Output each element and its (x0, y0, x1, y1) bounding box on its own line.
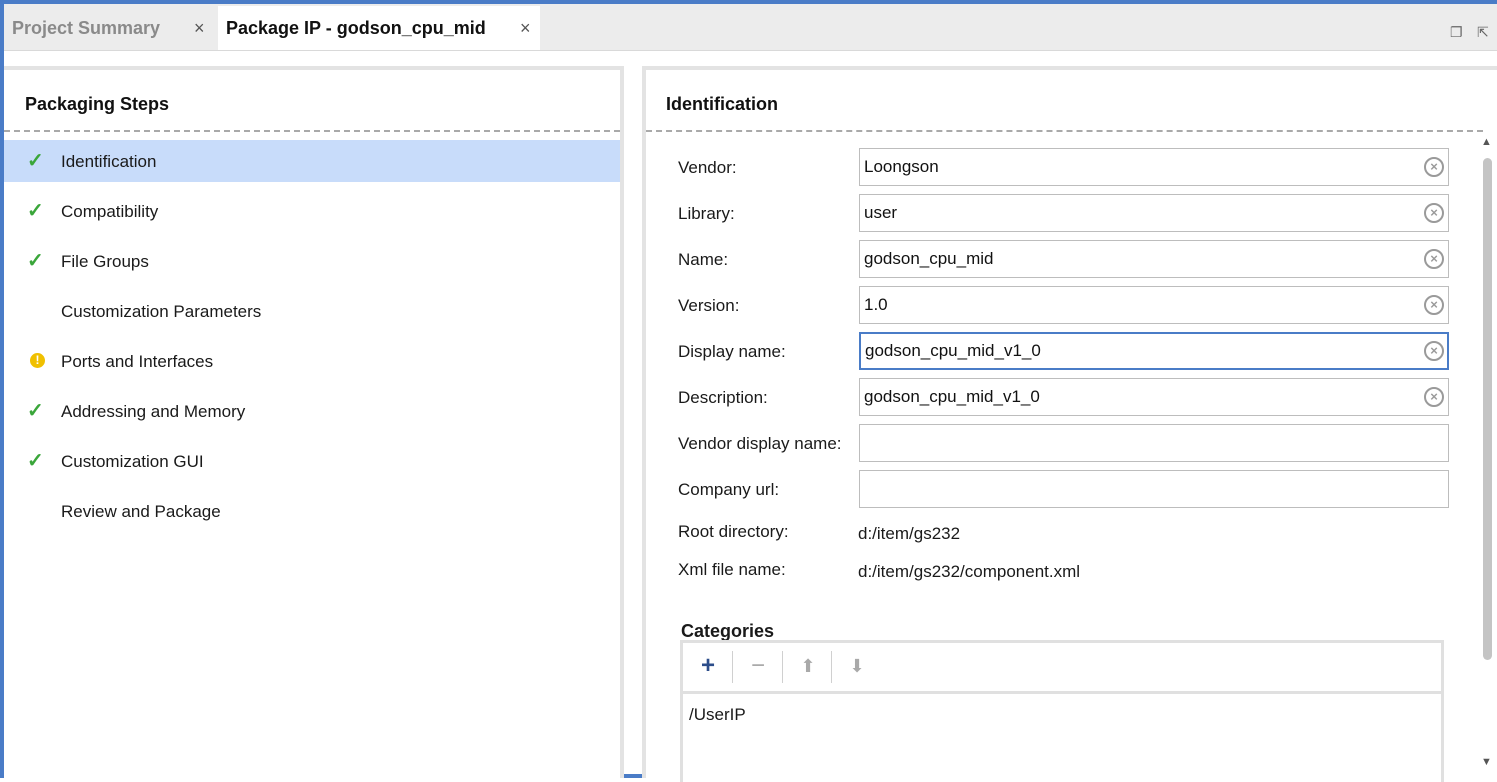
step-review-and-package[interactable]: Review and Package (4, 490, 620, 532)
checkmark-icon: ✓ (27, 200, 44, 222)
identification-panel: Identification Vendor: × Library: × Name… (642, 66, 1497, 782)
vendor-field[interactable] (859, 148, 1449, 186)
scrollbar-thumb[interactable] (1483, 158, 1492, 660)
categories-title: Categories (681, 621, 775, 641)
step-label: Customization GUI (61, 452, 204, 471)
xml-file-name-label: Xml file name: (678, 560, 786, 579)
warning-icon: ! (30, 353, 45, 368)
divider (4, 130, 620, 132)
checkmark-icon: ✓ (27, 400, 44, 422)
add-icon[interactable]: + (695, 653, 721, 679)
xml-file-name-value: d:/item/gs232/component.xml (858, 562, 1081, 581)
checkmark-icon: ✓ (27, 150, 44, 172)
checkmark-icon: ✓ (27, 250, 44, 272)
list-item[interactable]: /UserIP (689, 705, 746, 725)
toolbar-separator (831, 651, 832, 683)
clear-icon[interactable]: × (1424, 203, 1444, 223)
step-file-groups[interactable]: ✓ File Groups (4, 240, 620, 282)
step-label: File Groups (61, 252, 149, 271)
step-label: Addressing and Memory (61, 402, 246, 421)
vendor-label: Vendor: (678, 158, 737, 177)
tab-package-ip[interactable]: Package IP - godson_cpu_mid × (218, 6, 540, 50)
root-directory-value: d:/item/gs232 (858, 524, 961, 543)
step-customization-gui[interactable]: ✓ Customization GUI (4, 440, 620, 482)
step-label: Customization Parameters (61, 302, 262, 321)
step-label: Compatibility (61, 202, 159, 221)
root-directory-label: Root directory: (678, 522, 789, 541)
scroll-down-icon[interactable]: ▼ (1481, 756, 1492, 768)
description-label: Description: (678, 388, 768, 407)
tab-label: Package IP - godson_cpu_mid (226, 18, 486, 38)
divider (646, 130, 1483, 132)
close-icon[interactable]: × (194, 18, 205, 39)
vendor-display-name-field[interactable] (859, 424, 1449, 462)
display-name-field[interactable] (859, 332, 1449, 370)
panel-title: Packaging Steps (25, 94, 170, 114)
step-label: Identification (61, 152, 157, 171)
description-field[interactable] (859, 378, 1449, 416)
toolbar-separator (782, 651, 783, 683)
step-customization-parameters[interactable]: Customization Parameters (4, 290, 620, 332)
library-field[interactable] (859, 194, 1449, 232)
vendor-display-name-label: Vendor display name: (678, 434, 842, 453)
name-label: Name: (678, 250, 729, 269)
clear-icon[interactable]: × (1424, 249, 1444, 269)
name-field[interactable] (859, 240, 1449, 278)
move-up-icon[interactable]: ⬆ (795, 653, 821, 679)
move-down-icon[interactable]: ⬇ (844, 653, 870, 679)
library-label: Library: (678, 204, 735, 223)
company-url-field[interactable] (859, 470, 1449, 508)
remove-icon[interactable]: − (745, 653, 771, 679)
tab-label: Project Summary (12, 18, 161, 38)
version-label: Version: (678, 296, 740, 315)
version-field[interactable] (859, 286, 1449, 324)
packaging-steps-panel: Packaging Steps ✓ Identification ✓ Compa… (4, 66, 624, 778)
categories-list: + − ⬆ ⬇ /UserIP (680, 640, 1444, 782)
toolbar-separator (732, 651, 733, 683)
clear-icon[interactable]: × (1424, 341, 1444, 361)
clear-icon[interactable]: × (1424, 157, 1444, 177)
step-label: Review and Package (61, 502, 221, 521)
clear-icon[interactable]: × (1424, 387, 1444, 407)
checkmark-icon: ✓ (27, 450, 44, 472)
close-icon[interactable]: × (520, 18, 531, 39)
step-identification[interactable]: ✓ Identification (4, 140, 620, 182)
step-addressing-and-memory[interactable]: ✓ Addressing and Memory (4, 390, 620, 432)
display-name-label: Display name: (678, 342, 786, 361)
editor-tab-bar: Project Summary × Package IP - godson_cp… (4, 4, 1497, 51)
scroll-up-icon[interactable]: ▲ (1481, 136, 1492, 148)
categories-toolbar: + − ⬆ ⬇ (683, 643, 1441, 694)
step-compatibility[interactable]: ✓ Compatibility (4, 190, 620, 232)
step-label: Ports and Interfaces (61, 352, 214, 371)
float-window-icon[interactable]: ⇱ (1477, 24, 1489, 41)
tab-project-summary[interactable]: Project Summary × (4, 6, 216, 50)
company-url-label: Company url: (678, 480, 780, 499)
step-ports-and-interfaces[interactable]: ! Ports and Interfaces (4, 340, 620, 382)
restore-window-icon[interactable]: ❐ (1450, 24, 1463, 41)
clear-icon[interactable]: × (1424, 295, 1444, 315)
panel-title: Identification (666, 94, 778, 114)
